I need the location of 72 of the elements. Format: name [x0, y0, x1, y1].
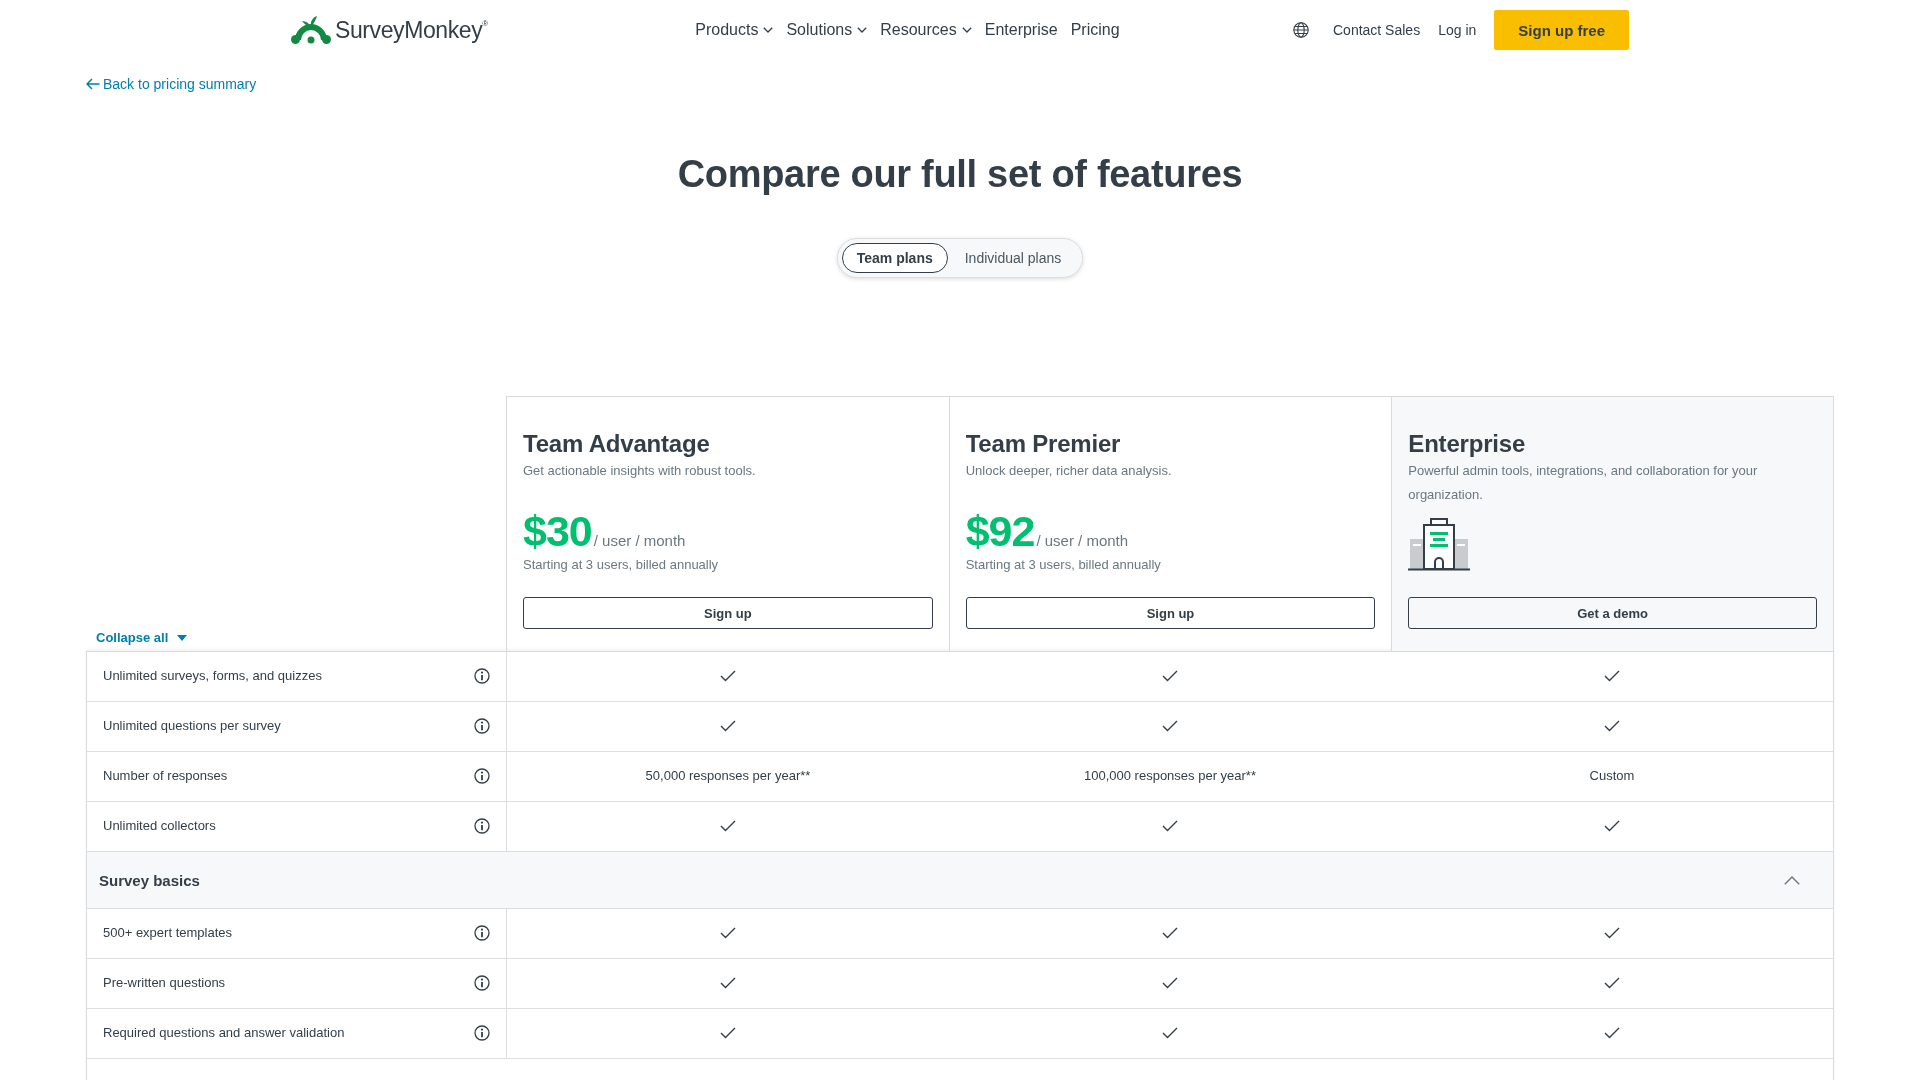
- section-title: Survey basics: [99, 871, 200, 889]
- plan-tab[interactable]: Individual plans: [949, 243, 1077, 273]
- feature-value: 50,000 responses per year**: [645, 768, 811, 783]
- back-link[interactable]: Back to pricing summary: [86, 74, 257, 94]
- check-icon: [1162, 819, 1178, 832]
- info-icon[interactable]: [474, 717, 490, 734]
- plan-description: Powerful admin tools, integrations, and collaboration for your organization.: [1408, 462, 1759, 504]
- plan-description: Unlock deeper, richer data analysis.: [965, 462, 1172, 480]
- plan-name: Enterprise: [1408, 429, 1526, 459]
- building-icon: [1408, 517, 1471, 571]
- feature-name: Unlimited questions per survey: [103, 718, 281, 733]
- check-icon: [1162, 669, 1178, 682]
- plan-description: Get actionable insights with robust tools.: [523, 462, 756, 480]
- info-icon[interactable]: [474, 767, 490, 784]
- caret-icon: [177, 634, 188, 641]
- info-icon[interactable]: [474, 817, 490, 834]
- check-icon: [720, 1026, 736, 1039]
- plan-name: Team Advantage: [523, 429, 710, 459]
- check-icon: [1604, 1026, 1620, 1039]
- section-header[interactable]: Survey basics: [87, 852, 1833, 909]
- check-icon: [1162, 926, 1178, 939]
- login-link[interactable]: Log in: [1438, 22, 1477, 38]
- check-icon: [1162, 1026, 1178, 1039]
- check-icon: [720, 976, 736, 989]
- check-icon: [720, 819, 736, 832]
- check-icon: [1604, 819, 1620, 832]
- info-icon[interactable]: [474, 974, 490, 991]
- plan-cta-button[interactable]: Sign up: [965, 597, 1376, 629]
- price-period: / user / month: [593, 532, 686, 549]
- check-icon: [1604, 926, 1620, 939]
- price-period: / user / month: [1036, 532, 1129, 549]
- plan-price: $30: [523, 507, 592, 556]
- chevron-up-icon[interactable]: [1784, 875, 1800, 885]
- check-icon: [1162, 719, 1178, 732]
- plan-cta-button[interactable]: Sign up: [523, 597, 933, 629]
- page-title: Compare our full set of features: [676, 152, 1244, 197]
- nav-link[interactable]: Enterprise: [984, 21, 1058, 39]
- contact-sales-link[interactable]: Contact Sales: [1333, 22, 1421, 38]
- feature-name: Number of responses: [103, 768, 228, 783]
- nav-link[interactable]: Resources: [880, 21, 972, 39]
- info-icon[interactable]: [474, 924, 490, 941]
- logo[interactable]: SurveyMonkey$^{®}$: [291, 15, 488, 45]
- arrow-left-icon: [86, 78, 100, 90]
- check-icon: [1604, 719, 1620, 732]
- feature-value: Custom: [1589, 768, 1635, 783]
- collapse-all-link[interactable]: Collapse all: [96, 630, 188, 645]
- feature-name: Pre-written questions: [103, 975, 226, 990]
- plan-tab[interactable]: Team plans: [841, 243, 948, 273]
- nav-link[interactable]: Pricing: [1070, 21, 1120, 39]
- feature-name: Unlimited surveys, forms, and quizzes: [103, 668, 322, 683]
- info-icon[interactable]: [474, 667, 490, 684]
- nav-link[interactable]: Solutions: [786, 21, 868, 39]
- feature-value: 100,000 responses per year**: [1084, 768, 1256, 783]
- globe-icon[interactable]: [1293, 22, 1309, 38]
- billing-note: Starting at 3 users, billed annually: [965, 556, 1161, 574]
- check-icon: [1604, 669, 1620, 682]
- signup-button[interactable]: Sign up free: [1494, 10, 1629, 50]
- check-icon: [1604, 976, 1620, 989]
- plan-cta-button[interactable]: Get a demo: [1408, 597, 1817, 629]
- plan-name: Team Premier: [965, 429, 1121, 459]
- feature-name: Required questions and answer validation: [103, 1025, 345, 1040]
- nav-link[interactable]: Products: [695, 21, 774, 39]
- check-icon: [720, 719, 736, 732]
- info-icon[interactable]: [474, 1024, 490, 1041]
- billing-note: Starting at 3 users, billed annually: [523, 556, 719, 574]
- feature-name: Unlimited collectors: [103, 818, 216, 833]
- check-icon: [1162, 976, 1178, 989]
- check-icon: [720, 669, 736, 682]
- logo-icon: [291, 15, 331, 45]
- plan-price: $92: [965, 507, 1035, 556]
- check-icon: [720, 926, 736, 939]
- feature-name: 500+ expert templates: [103, 925, 232, 940]
